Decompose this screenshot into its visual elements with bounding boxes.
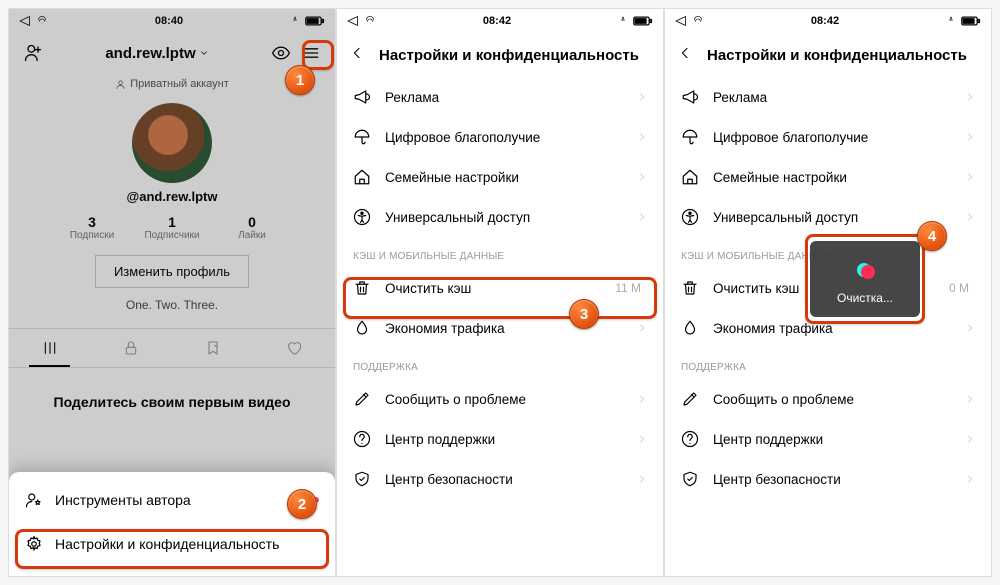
status-time: 08:42 <box>483 15 511 27</box>
item-help[interactable]: Центр поддержки <box>665 419 991 459</box>
item-help[interactable]: Центр поддержки <box>337 419 663 459</box>
help-icon <box>353 430 371 448</box>
person-star-icon <box>25 491 43 509</box>
status-time: 08:42 <box>811 15 839 27</box>
tab-grid[interactable] <box>9 329 91 367</box>
item-ads[interactable]: Реклама <box>665 77 991 117</box>
status-bar: 08:42 <box>665 9 991 33</box>
item-wellbeing[interactable]: Цифровое благополучие <box>665 117 991 157</box>
add-user-icon[interactable] <box>19 39 47 67</box>
badge-2: 2 <box>287 489 317 519</box>
umbrella-icon <box>681 128 699 146</box>
cache-size: 11 M <box>615 281 647 295</box>
trash-icon <box>681 279 699 297</box>
tab-locked[interactable] <box>91 329 173 367</box>
shield-icon <box>353 470 371 488</box>
handle: @and.rew.lptw <box>9 189 335 204</box>
panel-profile: 08:40 and.rew.lptw Приватный аккаунт @an… <box>8 8 336 577</box>
drop-icon <box>681 319 699 337</box>
panel-settings-after: 08:42 Настройки и конфиденциальность Рек… <box>664 8 992 577</box>
toast-clearing: Очистка... <box>810 241 920 317</box>
pen-icon <box>353 390 371 408</box>
tab-liked[interactable] <box>254 329 336 367</box>
section-cache: КЭШ И МОБИЛЬНЫЕ ДАННЫЕ <box>337 237 663 268</box>
profile-tabs <box>9 328 335 368</box>
item-report[interactable]: Сообщить о проблеме <box>665 379 991 419</box>
sheet-settings-privacy[interactable]: Настройки и конфиденциальность <box>9 522 335 566</box>
sheet-creator-tools[interactable]: Инструменты автора <box>9 478 335 522</box>
status-bar: 08:40 <box>9 9 335 33</box>
avatar[interactable] <box>132 103 212 183</box>
item-accessibility[interactable]: Универсальный доступ <box>337 197 663 237</box>
section-support: ПОДДЕРЖКА <box>665 348 991 379</box>
tab-bookmark[interactable] <box>172 329 254 367</box>
profile-header: and.rew.lptw <box>9 33 335 73</box>
accessibility-icon <box>353 208 371 226</box>
settings-title: Настройки и конфиденциальность <box>379 47 639 64</box>
item-ads[interactable]: Реклама <box>337 77 663 117</box>
item-safety[interactable]: Центр безопасности <box>337 459 663 499</box>
home-icon <box>681 168 699 186</box>
eye-icon[interactable] <box>267 39 295 67</box>
stats-row: 3Подписки 1Подписчики 0Лайки <box>9 214 335 241</box>
megaphone-icon <box>681 88 699 106</box>
trash-icon <box>353 279 371 297</box>
badge-1: 1 <box>285 65 315 95</box>
megaphone-icon <box>353 88 371 106</box>
bottom-sheet: Инструменты автора Настройки и конфиденц… <box>9 472 335 576</box>
help-icon <box>681 430 699 448</box>
toast-text: Очистка... <box>818 291 912 305</box>
item-safety[interactable]: Центр безопасности <box>665 459 991 499</box>
share-prompt: Поделитесь своим первым видео <box>9 394 335 410</box>
badge-3: 3 <box>569 299 599 329</box>
panel-settings-before: 08:42 Настройки и конфиденциальность Рек… <box>336 8 664 577</box>
tiktok-logo-icon <box>855 261 875 281</box>
item-wellbeing[interactable]: Цифровое благополучие <box>337 117 663 157</box>
item-family[interactable]: Семейные настройки <box>337 157 663 197</box>
item-family[interactable]: Семейные настройки <box>665 157 991 197</box>
hamburger-icon[interactable] <box>297 39 325 67</box>
stat-followers[interactable]: 1Подписчики <box>132 214 212 241</box>
item-data-saver[interactable]: Экономия трафика <box>337 308 663 348</box>
bio: One. Two. Three. <box>9 298 335 312</box>
sheet-settings-label: Настройки и конфиденциальность <box>55 536 279 552</box>
item-report[interactable]: Сообщить о проблеме <box>337 379 663 419</box>
stat-likes[interactable]: 0Лайки <box>212 214 292 241</box>
cache-size: 0 M <box>949 281 975 295</box>
home-icon <box>353 168 371 186</box>
settings-header: Настройки и конфиденциальность <box>665 33 991 77</box>
section-support: ПОДДЕРЖКА <box>337 348 663 379</box>
back-icon[interactable] <box>677 45 693 65</box>
gear-icon <box>25 535 43 553</box>
umbrella-icon <box>353 128 371 146</box>
settings-title: Настройки и конфиденциальность <box>707 47 967 64</box>
accessibility-icon <box>681 208 699 226</box>
username-dropdown[interactable]: and.rew.lptw <box>105 45 208 62</box>
pen-icon <box>681 390 699 408</box>
status-time: 08:40 <box>155 15 183 27</box>
edit-profile-button[interactable]: Изменить профиль <box>95 255 249 288</box>
badge-4: 4 <box>917 221 947 251</box>
back-icon[interactable] <box>349 45 365 65</box>
stat-following[interactable]: 3Подписки <box>52 214 132 241</box>
settings-header: Настройки и конфиденциальность <box>337 33 663 77</box>
status-bar: 08:42 <box>337 9 663 33</box>
sheet-creator-label: Инструменты автора <box>55 492 191 508</box>
drop-icon <box>353 319 371 337</box>
item-clear-cache[interactable]: Очистить кэш11 M <box>337 268 663 308</box>
shield-icon <box>681 470 699 488</box>
